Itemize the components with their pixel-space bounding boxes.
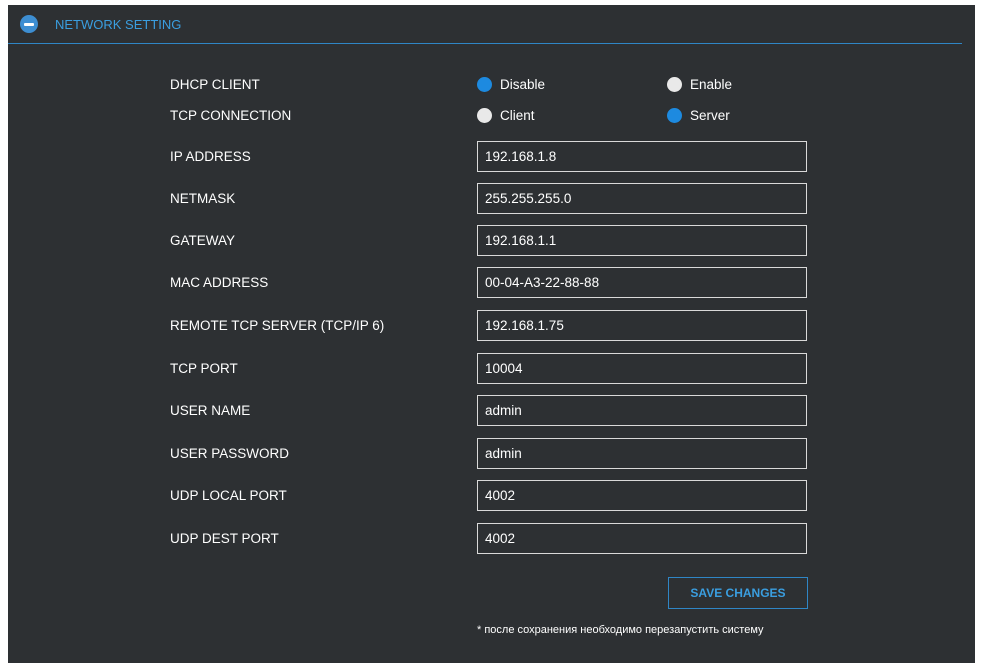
user-name-label: USER NAME — [170, 403, 251, 418]
tcp-server-label: Server — [690, 108, 730, 123]
minus-circle-icon[interactable] — [20, 15, 38, 33]
tcp-client-radio[interactable]: Client — [477, 106, 535, 126]
udp-local-port-label: UDP LOCAL PORT — [170, 488, 287, 503]
tcp-connection-row: TCP CONNECTION Client Server — [8, 106, 975, 140]
panel-title: NETWORK SETTING — [55, 17, 182, 32]
tcp-connection-label: TCP CONNECTION — [170, 108, 292, 123]
tcp-port-label: TCP PORT — [170, 361, 238, 376]
udp-dest-port-field[interactable] — [477, 523, 807, 554]
tcp-port-row: TCP PORT — [8, 353, 975, 387]
user-name-field[interactable] — [477, 395, 807, 426]
dhcp-disable-radio[interactable]: Disable — [477, 75, 545, 95]
user-password-label: USER PASSWORD — [170, 446, 290, 461]
user-password-field[interactable] — [477, 438, 807, 469]
save-changes-button[interactable]: SAVE CHANGES — [668, 577, 808, 609]
remote-tcp-server-field[interactable] — [477, 310, 807, 341]
tcp-port-field[interactable] — [477, 353, 807, 384]
tcp-client-label: Client — [500, 108, 535, 123]
dhcp-client-row: DHCP CLIENT Disable Enable — [8, 75, 975, 109]
mac-address-label: MAC ADDRESS — [170, 275, 269, 290]
gateway-field[interactable] — [477, 225, 807, 256]
remote-tcp-server-label: REMOTE TCP SERVER (TCP/IP 6) — [170, 318, 385, 333]
user-name-row: USER NAME — [8, 395, 975, 429]
restart-note: * после сохранения необходимо перезапуст… — [477, 624, 764, 636]
udp-local-port-row: UDP LOCAL PORT — [8, 480, 975, 514]
netmask-row: NETMASK — [8, 183, 975, 217]
gateway-row: GATEWAY — [8, 225, 975, 259]
radio-selected-icon — [667, 108, 682, 123]
panel-header: NETWORK SETTING — [8, 5, 962, 44]
ip-address-field[interactable] — [477, 141, 807, 172]
udp-dest-port-label: UDP DEST PORT — [170, 531, 279, 546]
mac-address-field[interactable] — [477, 267, 807, 298]
dhcp-enable-radio[interactable]: Enable — [667, 75, 732, 95]
dhcp-client-label: DHCP CLIENT — [170, 77, 260, 92]
radio-unselected-icon — [667, 77, 682, 92]
mac-address-row: MAC ADDRESS — [8, 267, 975, 301]
user-password-row: USER PASSWORD — [8, 438, 975, 472]
dhcp-disable-label: Disable — [500, 77, 546, 92]
remote-tcp-server-row: REMOTE TCP SERVER (TCP/IP 6) — [8, 310, 975, 344]
udp-dest-port-row: UDP DEST PORT — [8, 523, 975, 557]
gateway-label: GATEWAY — [170, 233, 236, 248]
udp-local-port-field[interactable] — [477, 480, 807, 511]
dhcp-enable-label: Enable — [690, 77, 733, 92]
netmask-label: NETMASK — [170, 191, 236, 206]
radio-unselected-icon — [477, 108, 492, 123]
netmask-field[interactable] — [477, 183, 807, 214]
tcp-server-radio[interactable]: Server — [667, 106, 730, 126]
ip-address-label: IP ADDRESS — [170, 149, 251, 164]
ip-address-row: IP ADDRESS — [8, 141, 975, 175]
radio-selected-icon — [477, 77, 492, 92]
network-setting-panel: NETWORK SETTING DHCP CLIENT Disable Enab… — [8, 5, 975, 663]
